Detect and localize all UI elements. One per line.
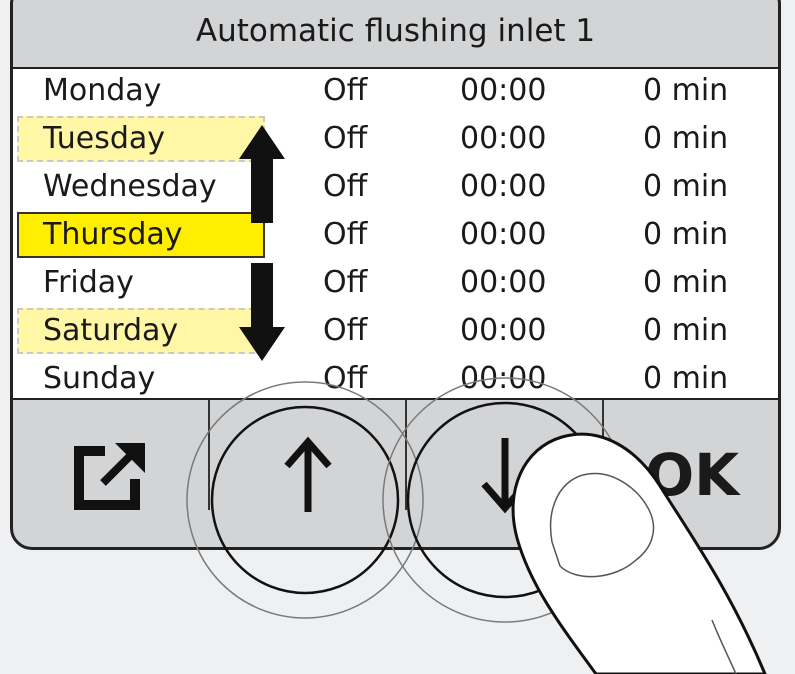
- scroll-down-indicator-icon: [239, 263, 285, 361]
- day-label: Sunday: [43, 361, 156, 396]
- state-value: Off: [323, 361, 368, 396]
- day-label: Saturday: [43, 313, 179, 348]
- duration-value: 0 min: [643, 265, 729, 300]
- arrow-down-icon: [480, 438, 529, 514]
- schedule-row-tuesday[interactable]: Tuesday Off 00:00 0 min: [13, 116, 778, 167]
- state-value: Off: [323, 313, 368, 348]
- duration-value: 0 min: [643, 217, 729, 252]
- up-button[interactable]: [210, 400, 405, 547]
- schedule-row-wednesday[interactable]: Wednesday Off 00:00 0 min: [13, 167, 778, 215]
- time-value: 00:00: [460, 121, 547, 156]
- state-value: Off: [323, 265, 368, 300]
- exit-icon: [73, 443, 145, 510]
- day-label: Tuesday: [43, 121, 166, 156]
- duration-value: 0 min: [643, 73, 729, 108]
- time-value: 00:00: [460, 361, 547, 396]
- arrow-up-icon: [283, 436, 332, 512]
- time-value: 00:00: [460, 217, 547, 252]
- softkey-bar: OK: [13, 400, 778, 547]
- schedule-row-thursday[interactable]: Thursday Off 00:00 0 min: [13, 212, 778, 263]
- time-value: 00:00: [460, 265, 547, 300]
- schedule-list: Monday Off 00:00 0 min Tuesday Off 00:00…: [13, 67, 778, 400]
- schedule-row-monday[interactable]: Monday Off 00:00 0 min: [13, 71, 778, 119]
- duration-value: 0 min: [643, 361, 729, 396]
- state-value: Off: [323, 217, 368, 252]
- scroll-up-indicator-icon: [239, 125, 285, 223]
- day-label: Thursday: [43, 217, 183, 252]
- ok-label: OK: [644, 441, 740, 509]
- day-label: Friday: [43, 265, 134, 300]
- time-value: 00:00: [460, 73, 547, 108]
- device-display: Automatic flushing inlet 1 Monday Off 00…: [10, 0, 781, 550]
- day-label: Monday: [43, 73, 162, 108]
- state-value: Off: [323, 73, 368, 108]
- state-value: Off: [323, 169, 368, 204]
- duration-value: 0 min: [643, 313, 729, 348]
- day-label: Wednesday: [43, 169, 217, 204]
- ok-button[interactable]: OK: [604, 400, 778, 547]
- duration-value: 0 min: [643, 121, 729, 156]
- duration-value: 0 min: [643, 169, 729, 204]
- back-button[interactable]: [13, 400, 208, 547]
- state-value: Off: [323, 121, 368, 156]
- schedule-row-saturday[interactable]: Saturday Off 00:00 0 min: [13, 308, 778, 359]
- down-button[interactable]: [407, 400, 602, 547]
- schedule-row-friday[interactable]: Friday Off 00:00 0 min: [13, 263, 778, 311]
- screen-title: Automatic flushing inlet 1: [195, 13, 596, 49]
- time-value: 00:00: [460, 313, 547, 348]
- time-value: 00:00: [460, 169, 547, 204]
